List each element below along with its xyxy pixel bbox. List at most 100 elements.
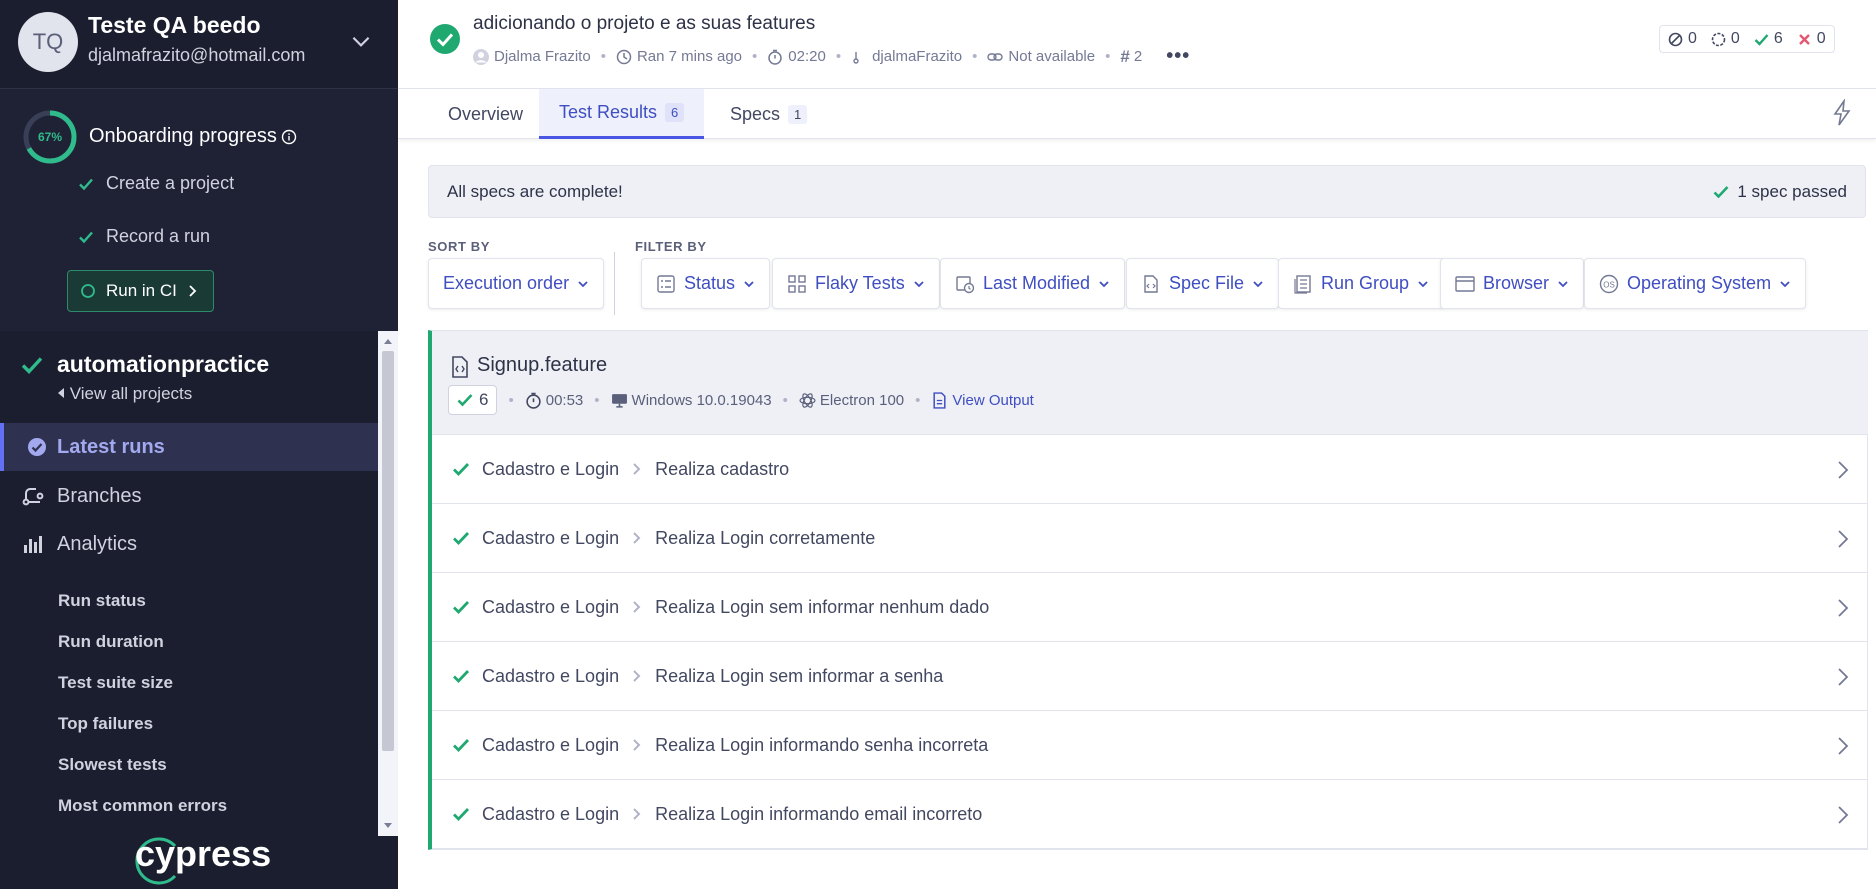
filter-operating-system[interactable]: OS Operating System — [1584, 258, 1807, 309]
spec-passed-badge: 6 — [448, 385, 498, 415]
analytics-run-status[interactable]: Run status — [58, 591, 146, 611]
tab-badge: 6 — [665, 103, 685, 122]
test-row[interactable]: Cadastro e Login Realiza Login informando… — [432, 711, 1868, 780]
analytics-slowest-tests[interactable]: Slowest tests — [58, 755, 167, 775]
stopwatch-icon — [526, 392, 541, 409]
test-suite: Cadastro e Login — [482, 458, 620, 479]
filter-flaky-label: Flaky Tests — [815, 273, 905, 293]
run-title: adicionando o projeto e as suas features — [473, 13, 816, 34]
file-code-icon — [452, 356, 468, 378]
run-meta: Djalma Frazito • Ran 7 mins ago • 02:20 … — [473, 45, 1190, 68]
tab-overview[interactable]: Overview — [428, 89, 543, 139]
banner-summary-label: 1 spec passed — [1737, 182, 1847, 201]
flaky-toggle-icon[interactable] — [1830, 99, 1854, 127]
nav-analytics[interactable]: Analytics — [0, 520, 378, 568]
tab-test-results[interactable]: Test Results 6 — [539, 89, 705, 139]
skipped-icon — [1668, 32, 1683, 46]
analytics-most-common-errors[interactable]: Most common errors — [58, 796, 227, 816]
filter-label: FILTER BY — [635, 239, 707, 254]
test-row[interactable]: Cadastro e Login Realiza Login sem inform… — [432, 573, 1868, 642]
test-name: Realiza Login sem informar a senha — [655, 665, 944, 686]
sidebar-scrollbar[interactable] — [378, 331, 398, 836]
chevron-down-icon — [744, 280, 754, 287]
filter-spec-file[interactable]: Spec File — [1126, 258, 1280, 309]
check-icon — [453, 739, 470, 753]
scroll-up-icon[interactable] — [382, 335, 394, 347]
view-all-projects-label: View all projects — [69, 384, 193, 403]
test-row[interactable]: Cadastro e Login Realiza cadastro — [432, 435, 1868, 504]
test-row[interactable]: Cadastro e Login Realiza Login corretamen… — [432, 504, 1868, 573]
test-suite: Cadastro e Login — [482, 527, 620, 548]
spec-duration: 00:53 — [545, 391, 584, 409]
browser-window-icon — [1455, 275, 1475, 292]
chevron-right-icon[interactable] — [1836, 736, 1850, 756]
org-switcher[interactable]: TQ Teste QA beedo djalmafrazito@hotmail.… — [0, 0, 398, 89]
status-banner: All specs are complete! 1 spec passed — [428, 165, 1866, 218]
scroll-down-icon[interactable] — [382, 820, 394, 832]
onboarding-panel: 67% Onboarding progress Create a project… — [0, 89, 398, 331]
chevron-down-icon — [1418, 280, 1428, 287]
filter-flaky-tests[interactable]: Flaky Tests — [772, 258, 940, 309]
onboarding-item: Record a run — [78, 226, 210, 247]
onboarding-item: Create a project — [78, 173, 234, 194]
org-email: djalmafrazito@hotmail.com — [88, 45, 306, 65]
test-suite: Cadastro e Login — [482, 596, 620, 617]
test-name: Realiza Login informando senha incorreta — [655, 734, 989, 755]
svg-text:OS: OS — [1603, 280, 1615, 289]
chevron-down-icon[interactable] — [348, 28, 374, 54]
document-icon — [933, 391, 946, 409]
test-row[interactable]: Cadastro e Login Realiza Login informando… — [432, 780, 1868, 849]
chevron-down-icon — [1253, 280, 1263, 287]
chevron-right-icon — [633, 670, 641, 682]
commit-icon — [853, 51, 859, 64]
nav-latest-runs[interactable]: Latest runs — [0, 423, 378, 471]
more-options-icon[interactable]: ••• — [1166, 45, 1190, 68]
spec-name[interactable]: Signup.feature — [477, 354, 607, 377]
tab-badge: 1 — [788, 104, 808, 124]
chevron-down-icon — [1099, 280, 1109, 287]
view-all-projects-link[interactable]: View all projects — [57, 384, 192, 404]
chevron-right-icon[interactable] — [1836, 460, 1850, 480]
chevron-right-icon[interactable] — [1836, 805, 1850, 825]
link-icon — [987, 52, 1004, 61]
check-icon — [453, 601, 470, 615]
filter-status[interactable]: Status — [641, 258, 771, 309]
onboarding-item-label: Create a project — [106, 173, 235, 193]
avatar: TQ — [18, 12, 78, 72]
check-icon — [21, 357, 43, 374]
sort-dropdown[interactable]: Execution order — [428, 258, 605, 309]
chevron-right-icon[interactable] — [1836, 667, 1850, 687]
branch-icon — [22, 488, 44, 506]
run-in-ci-label: Run in CI — [106, 281, 177, 300]
os-icon: OS — [1599, 274, 1619, 293]
onboarding-title: Onboarding progress — [89, 125, 277, 147]
tab-specs[interactable]: Specs 1 — [710, 89, 827, 139]
scroll-thumb[interactable] — [382, 351, 394, 751]
run-in-ci-button[interactable]: Run in CI — [67, 270, 214, 312]
test-name: Realiza Login informando email incorreto — [655, 803, 983, 824]
run-committer[interactable]: djalmaFrazito — [872, 48, 962, 65]
spec-os: Windows 10.0.19043 — [631, 391, 772, 409]
view-output-link[interactable]: View Output — [952, 392, 1033, 409]
spec-passed-count: 6 — [479, 390, 489, 409]
test-row[interactable]: Cadastro e Login Realiza Login sem inform… — [432, 642, 1868, 711]
circle-outline-icon — [81, 284, 95, 298]
nav-label: Analytics — [57, 532, 138, 555]
chevron-right-icon[interactable] — [1836, 529, 1850, 549]
filter-browser[interactable]: Browser — [1440, 258, 1585, 309]
nav-branches[interactable]: Branches — [0, 472, 378, 520]
file-code-icon — [1144, 274, 1158, 293]
run-tabs: Overview Test Results 6 Specs 1 — [398, 89, 1876, 139]
analytics-top-failures[interactable]: Top failures — [58, 714, 153, 734]
analytics-run-duration[interactable]: Run duration — [58, 632, 164, 652]
filter-run-group[interactable]: Run Group — [1278, 258, 1445, 309]
check-icon — [453, 532, 470, 546]
info-icon[interactable] — [281, 129, 297, 145]
test-suite: Cadastro e Login — [482, 734, 620, 755]
run-counts: 0 0 6 0 — [1659, 25, 1835, 53]
tab-label: Specs — [730, 103, 781, 124]
chevron-right-icon[interactable] — [1836, 598, 1850, 618]
run-author[interactable]: Djalma Frazito — [494, 48, 591, 65]
analytics-test-suite-size[interactable]: Test suite size — [58, 673, 173, 693]
filter-last-modified[interactable]: Last Modified — [940, 258, 1126, 309]
